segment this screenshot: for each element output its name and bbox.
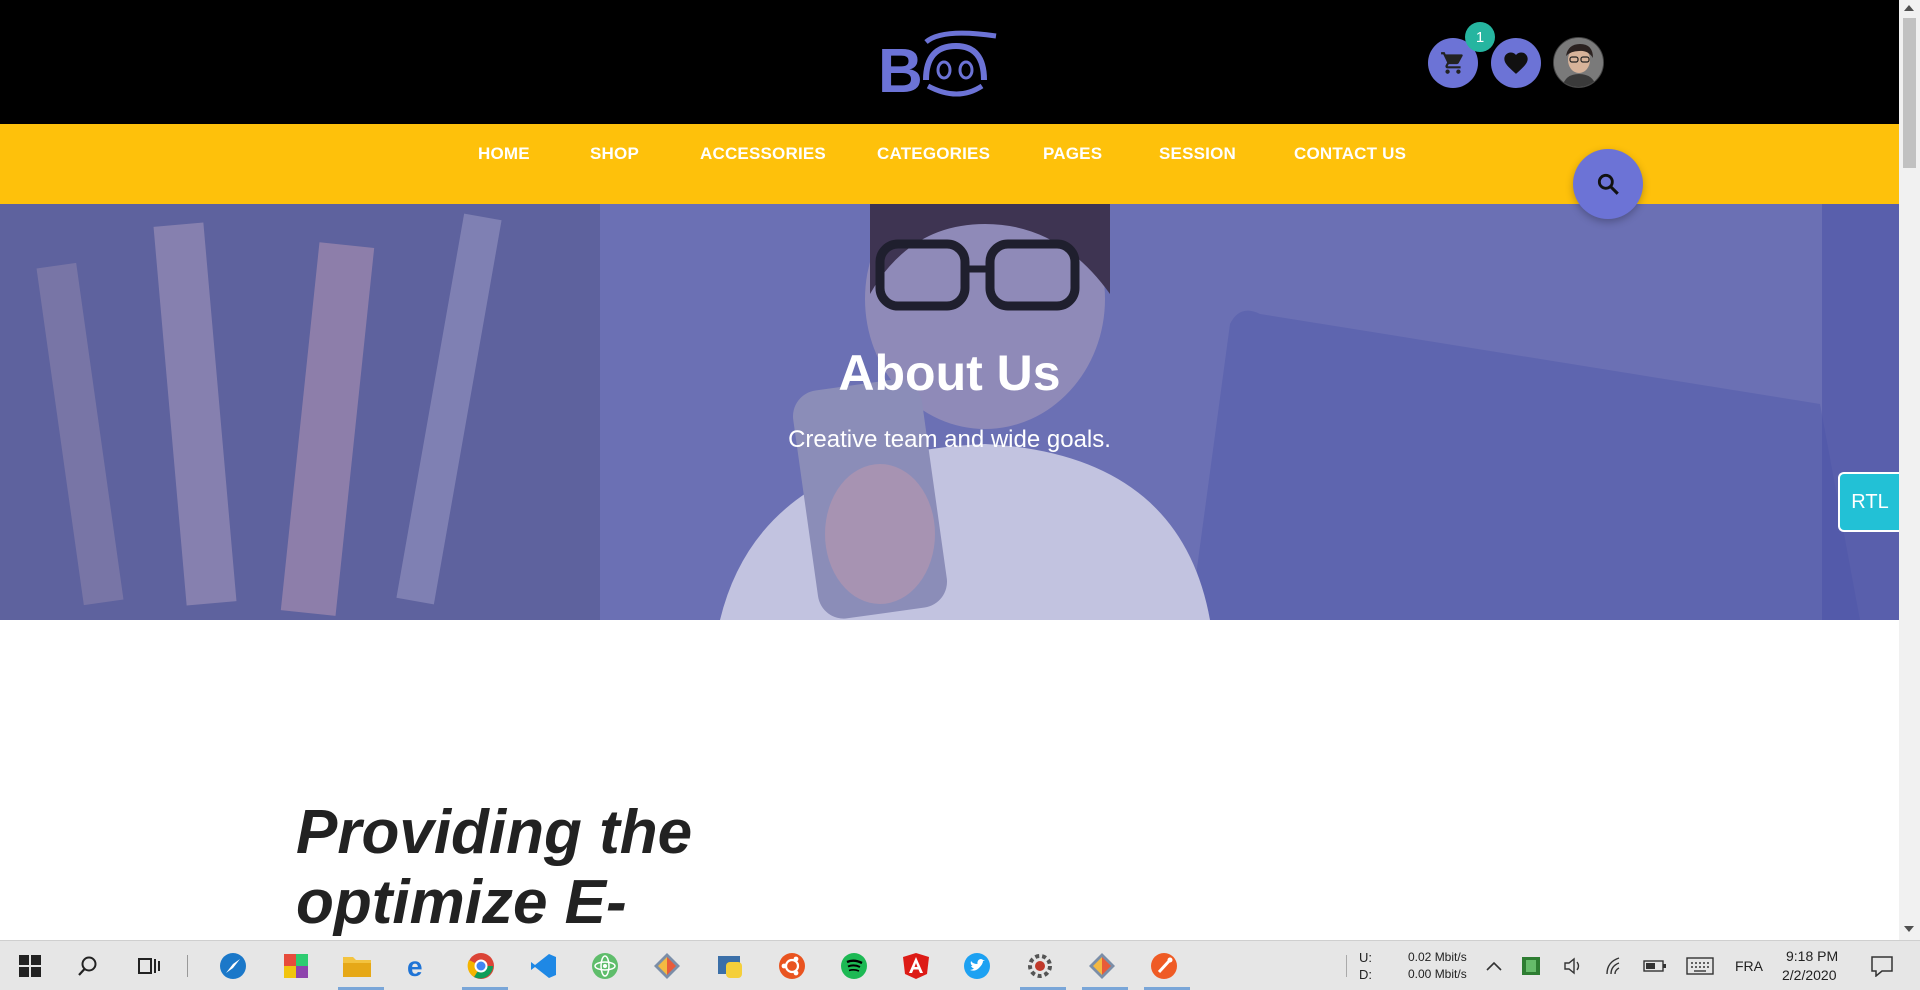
hero-subtitle: Creative team and wide goals. [788,426,1111,453]
section-heading-line2: optimize E- [296,868,627,937]
keyboard-icon[interactable] [1684,950,1716,982]
net-up-speed: 0.02 Mbit/s [1408,950,1467,964]
postman-icon[interactable] [1148,950,1180,982]
search-button[interactable] [1573,149,1643,219]
nav-session[interactable]: SESSION [1159,144,1236,164]
app-color-blocks-icon[interactable] [280,950,312,982]
taskbar-divider [187,955,188,977]
hero-background-image [0,204,1899,620]
nav-home[interactable]: HOME [478,144,530,164]
python-icon[interactable] [714,950,746,982]
cart-icon [1441,52,1463,74]
top-header: B 1 [0,0,1899,124]
net-down-speed: 0.00 Mbit/s [1408,967,1467,981]
site-logo[interactable]: B [878,30,1006,100]
nav-contact-us[interactable]: CONTACT US [1294,144,1406,164]
user-avatar[interactable] [1553,37,1604,88]
hero-banner: About Us Creative team and wide goals. [0,204,1899,620]
chrome-icon[interactable] [465,950,497,982]
clock-date[interactable]: 2/2/2020 [1782,967,1837,983]
windows-taskbar: e U: D: 0.02 Mbit/s 0.00 Mbit/s FRA 9:18… [0,940,1920,990]
net-up-label: U: [1359,950,1372,965]
twitter-icon[interactable] [961,950,993,982]
clock-time[interactable]: 9:18 PM [1786,948,1838,964]
nav-shop[interactable]: SHOP [590,144,639,164]
app-blue-compass-icon[interactable] [217,950,249,982]
battery-icon[interactable] [1639,950,1671,982]
volume-icon[interactable] [1558,950,1590,982]
notifications-icon[interactable] [1866,950,1898,982]
avatar-image [1554,38,1603,87]
net-down-label: D: [1359,967,1372,982]
edge-icon[interactable]: e [402,950,434,982]
settings-gear-icon[interactable] [1024,950,1056,982]
svg-text:B: B [878,37,923,100]
nav-categories[interactable]: CATEGORIES [877,144,990,164]
rtl-toggle-button[interactable]: RTL [1838,472,1899,532]
scroll-down-arrow-icon[interactable] [1904,926,1914,932]
web-page: B 1 HOME SHOP ACCESSORIES CATEGORIES PAG… [0,0,1899,940]
show-hidden-icons-chevron-icon[interactable] [1478,950,1510,982]
tray-app-green-icon[interactable] [1515,950,1547,982]
scroll-up-arrow-icon[interactable] [1904,5,1914,11]
svg-text:e: e [407,952,423,980]
search-icon [1597,173,1619,195]
nav-accessories[interactable]: ACCESSORIES [700,144,826,164]
ubuntu-icon[interactable] [776,950,808,982]
scroll-thumb[interactable] [1903,18,1916,168]
tray-divider [1346,955,1347,977]
nav-pages[interactable]: PAGES [1043,144,1102,164]
heart-icon [1504,52,1528,74]
wifi-icon[interactable] [1600,950,1632,982]
wishlist-button[interactable] [1491,38,1541,88]
git-client-icon-2[interactable] [1086,950,1118,982]
file-explorer-icon[interactable] [341,950,373,982]
vscode-icon[interactable] [527,950,559,982]
hero-title: About Us [838,345,1061,401]
page-scrollbar[interactable] [1899,0,1920,940]
cart-count-badge: 1 [1465,22,1495,52]
git-client-icon[interactable] [651,950,683,982]
atom-icon[interactable] [589,950,621,982]
section-heading-line1: Providing the [296,798,693,867]
language-indicator[interactable]: FRA [1735,958,1763,974]
search-icon[interactable] [72,950,104,982]
task-view-icon[interactable] [133,950,165,982]
spotify-icon[interactable] [838,950,870,982]
section-heading: Providing the optimize E- [296,798,856,938]
windows-start-icon[interactable] [14,950,46,982]
angular-icon[interactable] [900,950,932,982]
